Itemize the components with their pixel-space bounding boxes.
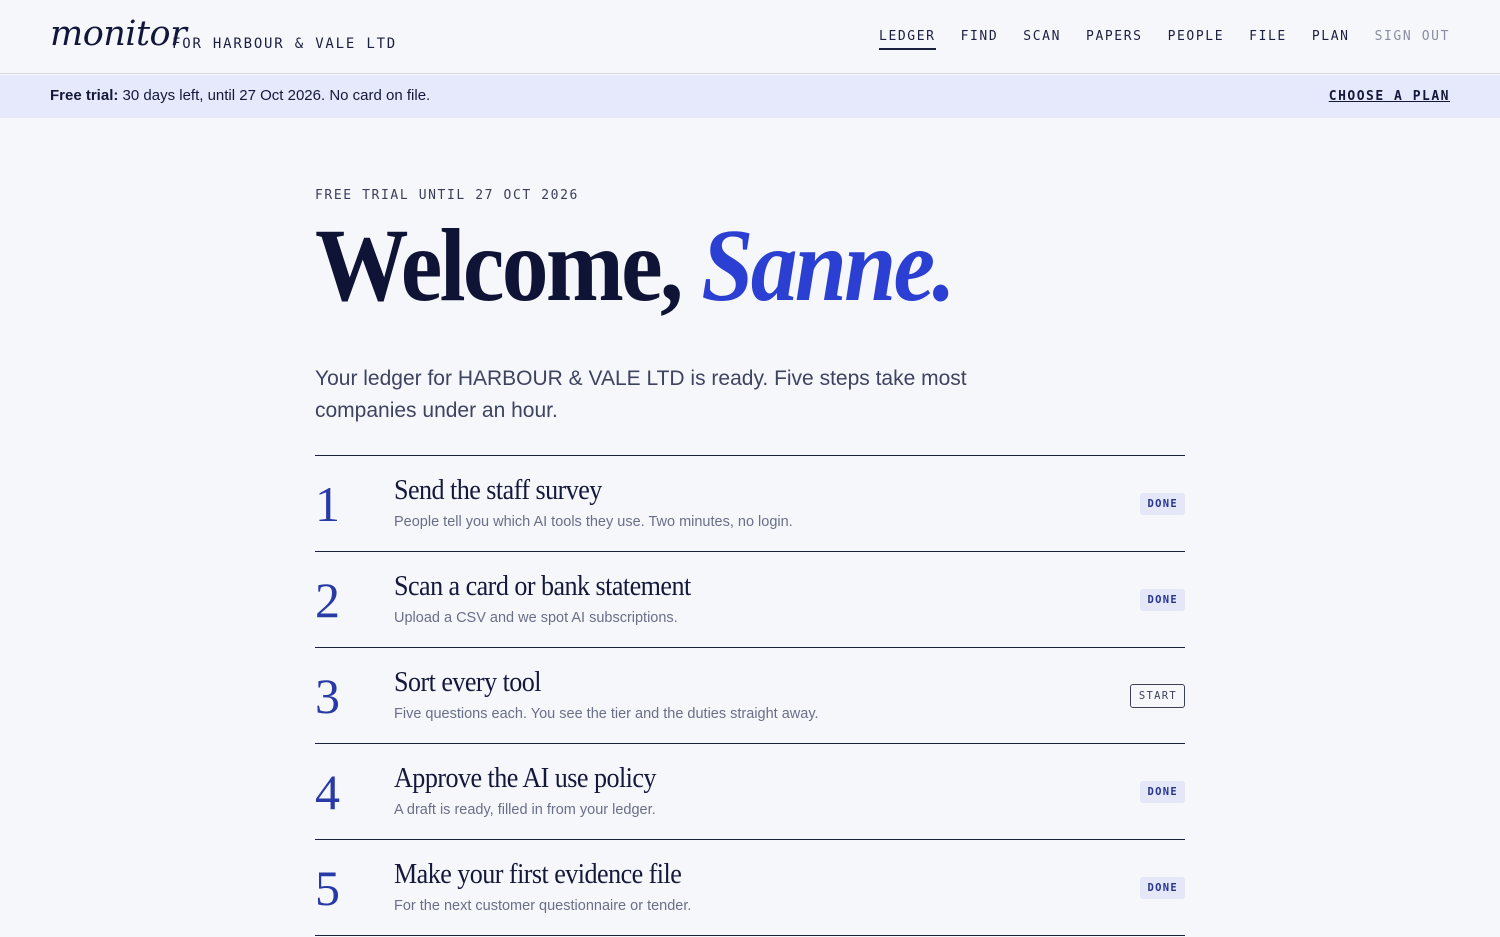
intro-text: Your ledger for HARBOUR & VALE LTD is re… — [315, 367, 967, 422]
step-status-badge[interactable]: DONE — [1139, 877, 1185, 899]
step-description: Five questions each. You see the tier an… — [394, 706, 819, 722]
step-title[interactable]: Send the staff survey — [394, 474, 602, 507]
trial-eyebrow: FREE TRIAL UNTIL 27 OCT 2026 — [315, 188, 579, 203]
step-title[interactable]: Scan a card or bank statement — [394, 570, 691, 603]
onboarding-content: FREE TRIAL UNTIL 27 OCT 2026 Welcome, Sa… — [315, 188, 1185, 936]
step-row[interactable]: 5 Make your first evidence file For the … — [315, 840, 1185, 936]
step-row[interactable]: 4 Approve the AI use policy A draft is r… — [315, 744, 1185, 840]
top-navigation-bar: monitor FOR HARBOUR & VALE LTD LEDGER FI… — [0, 0, 1500, 74]
step-title[interactable]: Make your first evidence file — [394, 858, 682, 891]
step-number: 1 — [315, 476, 340, 532]
step-number: 3 — [315, 668, 340, 724]
step-title[interactable]: Approve the AI use policy — [394, 762, 656, 795]
nav-item-papers[interactable]: PAPERS — [1086, 29, 1143, 50]
step-row[interactable]: 3 Sort every tool Five questions each. Y… — [315, 648, 1185, 744]
step-status-badge[interactable]: DONE — [1139, 493, 1185, 515]
choose-plan-link[interactable]: CHOOSE A PLAN — [1329, 89, 1450, 104]
step-status-badge[interactable]: DONE — [1139, 589, 1185, 611]
step-description: For the next customer questionnaire or t… — [394, 898, 692, 914]
step-number: 2 — [315, 572, 340, 628]
step-number: 5 — [315, 860, 340, 916]
step-description: Upload a CSV and we spot AI subscription… — [394, 610, 678, 626]
step-title[interactable]: Sort every tool — [394, 666, 542, 699]
trial-banner: Free trial: 30 days left, until 27 Oct 2… — [0, 75, 1500, 118]
trial-message: Free trial: 30 days left, until 27 Oct 2… — [50, 87, 430, 104]
step-number: 4 — [315, 764, 340, 820]
page-title: Welcome, Sanne. — [315, 211, 1098, 321]
user-name: Sanne. — [701, 208, 955, 323]
onboarding-steps: 1 Send the staff survey People tell you … — [315, 455, 1185, 936]
nav-item-plan[interactable]: PLAN — [1312, 29, 1350, 50]
company-name: FOR HARBOUR & VALE LTD — [172, 36, 398, 52]
sign-out-link[interactable]: SIGN OUT — [1375, 29, 1450, 50]
nav-item-scan[interactable]: SCAN — [1023, 29, 1061, 50]
trial-details: 30 days left, until 27 Oct 2026. No card… — [122, 87, 431, 104]
step-row[interactable]: 1 Send the staff survey People tell you … — [315, 456, 1185, 552]
step-description: People tell you which AI tools they use.… — [394, 514, 793, 530]
nav-item-file[interactable]: FILE — [1249, 29, 1287, 50]
trial-label: Free trial: — [50, 87, 119, 104]
step-status-badge[interactable]: DONE — [1139, 781, 1185, 803]
greeting: Welcome, — [315, 208, 683, 323]
brand-logo[interactable]: monitor — [50, 14, 187, 54]
nav-item-find[interactable]: FIND — [961, 29, 999, 50]
main-nav: LEDGER FIND SCAN PAPERS PEOPLE FILE PLAN… — [879, 29, 1450, 50]
step-row[interactable]: 2 Scan a card or bank statement Upload a… — [315, 552, 1185, 648]
start-step-button[interactable]: START — [1129, 684, 1185, 708]
nav-item-ledger[interactable]: LEDGER — [879, 29, 936, 50]
step-description: A draft is ready, filled in from your le… — [394, 802, 656, 818]
nav-item-people[interactable]: PEOPLE — [1168, 29, 1225, 50]
